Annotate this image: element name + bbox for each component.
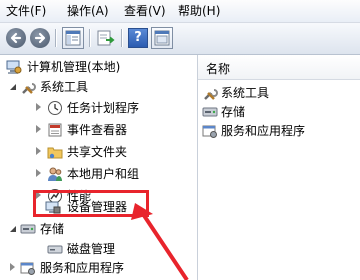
navigation-tree: 计算机管理(本地) 系统工具 任务计划程序 事件查看器 共享文件夹 本地用户和组… bbox=[0, 55, 198, 280]
disk-icon bbox=[47, 245, 63, 254]
menu-bar: 文件(F) 操作(A) 查看(V) 帮助(H) bbox=[0, 0, 360, 23]
tree-label: 本地用户和组 bbox=[67, 167, 140, 181]
tree-item-local-users[interactable]: 本地用户和组 bbox=[0, 164, 197, 184]
tools-icon bbox=[22, 83, 36, 94]
tree-label: 计算机管理(本地) bbox=[27, 60, 121, 74]
forward-arrow-icon[interactable] bbox=[30, 28, 50, 48]
tree-item-shared-folders[interactable]: 共享文件夹 bbox=[0, 142, 197, 162]
menu-file[interactable]: 文件(F) bbox=[6, 4, 46, 18]
expanded-chevron-icon[interactable] bbox=[9, 225, 17, 233]
event-viewer-icon bbox=[48, 123, 62, 137]
expanded-chevron-icon[interactable] bbox=[9, 83, 17, 91]
tree-label: 磁盘管理 bbox=[67, 242, 116, 256]
tree-label: 任务计划程序 bbox=[67, 101, 140, 115]
tree-pane-icon[interactable] bbox=[62, 27, 84, 49]
details-pane: 名称 系统工具 存储 服务和应用程序 bbox=[198, 55, 360, 280]
properties-icon[interactable] bbox=[151, 27, 173, 49]
toolbar: ? bbox=[0, 23, 360, 55]
collapsed-chevron-icon[interactable] bbox=[36, 125, 41, 133]
tree-label: 事件查看器 bbox=[67, 123, 128, 137]
help-icon[interactable]: ? bbox=[128, 28, 148, 48]
export-icon[interactable] bbox=[96, 28, 116, 48]
computer-management-icon bbox=[6, 60, 22, 74]
toolbar-separator bbox=[121, 29, 123, 47]
tree-item-event-viewer[interactable]: 事件查看器 bbox=[0, 120, 197, 140]
collapsed-chevron-icon[interactable] bbox=[36, 169, 41, 177]
toolbar-separator bbox=[55, 29, 57, 47]
tree-item-system-tools[interactable]: 系统工具 bbox=[0, 77, 197, 97]
menu-help[interactable]: 帮助(H) bbox=[178, 4, 220, 18]
collapsed-chevron-icon[interactable] bbox=[36, 103, 41, 111]
tree-label: 服务和应用程序 bbox=[40, 261, 125, 275]
clock-icon bbox=[48, 101, 62, 115]
column-header-name[interactable]: 名称 bbox=[198, 55, 360, 80]
list-label: 系统工具 bbox=[221, 86, 270, 100]
tree-item-task-scheduler[interactable]: 任务计划程序 bbox=[0, 98, 197, 118]
list-item-services[interactable]: 服务和应用程序 bbox=[198, 121, 360, 141]
tools-icon bbox=[204, 89, 218, 100]
back-arrow-icon[interactable] bbox=[6, 28, 26, 48]
services-icon bbox=[202, 125, 217, 138]
collapsed-chevron-icon[interactable] bbox=[36, 147, 41, 155]
column-header-label: 名称 bbox=[206, 62, 231, 76]
storage-icon bbox=[20, 224, 36, 234]
highlight-box bbox=[33, 190, 149, 217]
users-icon bbox=[48, 167, 62, 181]
toolbar-separator bbox=[89, 29, 91, 47]
list-label: 存储 bbox=[221, 105, 246, 119]
tree-item-storage[interactable]: 存储 bbox=[0, 219, 197, 239]
tree-item-disk-management[interactable]: 磁盘管理 bbox=[0, 239, 197, 259]
list-item-storage[interactable]: 存储 bbox=[198, 102, 360, 122]
list-item-system-tools[interactable]: 系统工具 bbox=[198, 83, 360, 103]
tree-item-services[interactable]: 服务和应用程序 bbox=[0, 258, 197, 278]
tree-label: 共享文件夹 bbox=[67, 145, 128, 159]
storage-icon bbox=[202, 107, 218, 117]
collapsed-chevron-icon[interactable] bbox=[10, 263, 15, 271]
list-label: 服务和应用程序 bbox=[221, 124, 306, 138]
tree-item-root[interactable]: 计算机管理(本地) bbox=[0, 57, 197, 77]
menu-view[interactable]: 查看(V) bbox=[124, 4, 166, 18]
tree-label: 存储 bbox=[40, 222, 65, 236]
shared-folder-icon bbox=[47, 147, 63, 159]
services-icon bbox=[20, 262, 35, 275]
menu-action[interactable]: 操作(A) bbox=[67, 4, 109, 18]
tree-label: 系统工具 bbox=[40, 80, 89, 94]
